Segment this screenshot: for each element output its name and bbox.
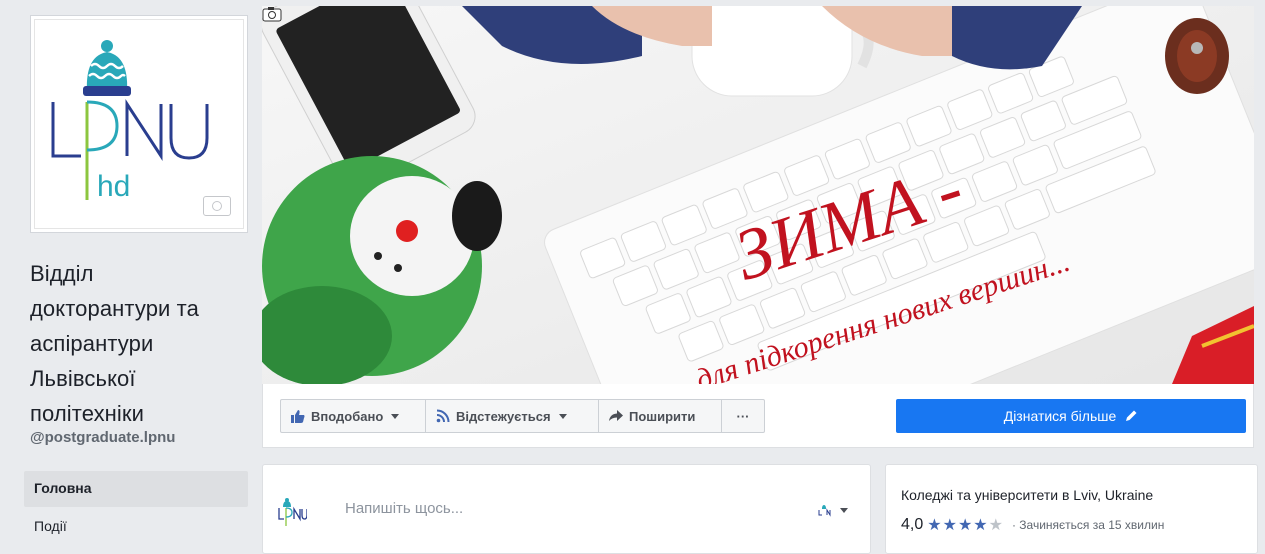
camera-icon[interactable]	[203, 196, 231, 216]
follow-button[interactable]: Відстежується	[425, 399, 599, 433]
like-button[interactable]: Вподобано	[280, 399, 426, 433]
page-action-bar: Вподобано Відстежується Поширити ··· Діз…	[262, 384, 1254, 448]
more-options-button[interactable]: ···	[721, 399, 765, 433]
like-button-label: Вподобано	[311, 408, 384, 424]
composer-input[interactable]: Напишіть щось...	[345, 500, 463, 517]
post-as-selector[interactable]	[818, 503, 848, 517]
profile-picture[interactable]: hd	[30, 15, 248, 233]
rating-value: 4,0	[901, 516, 924, 533]
open-status: · Зачиняється за 15 хвилин	[1011, 518, 1165, 532]
sidebar-item-home[interactable]: Головна	[24, 471, 248, 507]
page-avatar	[278, 498, 307, 526]
ellipsis-icon: ···	[736, 408, 750, 424]
star-icon: ★	[942, 517, 958, 534]
beanie-icon	[83, 40, 131, 96]
page-title-line: докторантури та	[30, 296, 199, 321]
page-title: Відділ докторантури та аспірантури Львів…	[30, 256, 250, 431]
sidebar-item-events[interactable]: Події	[34, 518, 67, 534]
cover-photo[interactable]: ЗИМА - для підкорення нових вершин...	[262, 6, 1254, 384]
rss-icon	[436, 409, 450, 423]
star-icon: ★	[973, 517, 989, 534]
pencil-icon	[1126, 410, 1137, 421]
page-title-line: Відділ	[30, 261, 94, 286]
rating-stars[interactable]: ★★★★★	[927, 515, 1004, 535]
logo-container: hd	[34, 19, 244, 229]
page-title-line: Львівської	[30, 366, 136, 391]
share-arrow-icon	[609, 410, 623, 421]
page-category[interactable]: Коледжі та університети в Lviv, Ukraine	[901, 487, 1153, 503]
chevron-down-icon	[558, 413, 567, 419]
star-empty-icon: ★	[988, 517, 1004, 534]
follow-button-label: Відстежується	[456, 408, 551, 424]
page-title-line: політехніки	[30, 401, 145, 426]
thumbs-up-icon	[291, 410, 305, 423]
chevron-down-icon	[391, 413, 400, 419]
learn-more-button[interactable]: Дізнатися більше	[896, 399, 1246, 433]
left-column: hd Відділ докторантури та аспірантури Ль…	[0, 0, 262, 541]
cover-illustration: ЗИМА - для підкорення нових вершин...	[262, 6, 1254, 384]
svg-text:hd: hd	[97, 170, 130, 203]
page-title-line: аспірантури	[30, 331, 154, 356]
pinecone-illustration	[1165, 18, 1229, 94]
cover-camera-icon[interactable]	[262, 6, 282, 22]
star-icon: ★	[927, 517, 943, 534]
share-button-label: Поширити	[629, 408, 696, 424]
chevron-down-icon	[840, 507, 848, 513]
learn-more-label: Дізнатися більше	[1003, 408, 1117, 424]
page-handle[interactable]: @postgraduate.lpnu	[30, 429, 175, 446]
page-avatar-small-icon	[818, 505, 831, 517]
star-icon: ★	[957, 517, 974, 534]
share-button[interactable]: Поширити	[598, 399, 722, 433]
rating-row: 4,0 ★★★★★ · Зачиняється за 15 хвилин	[901, 515, 1164, 535]
